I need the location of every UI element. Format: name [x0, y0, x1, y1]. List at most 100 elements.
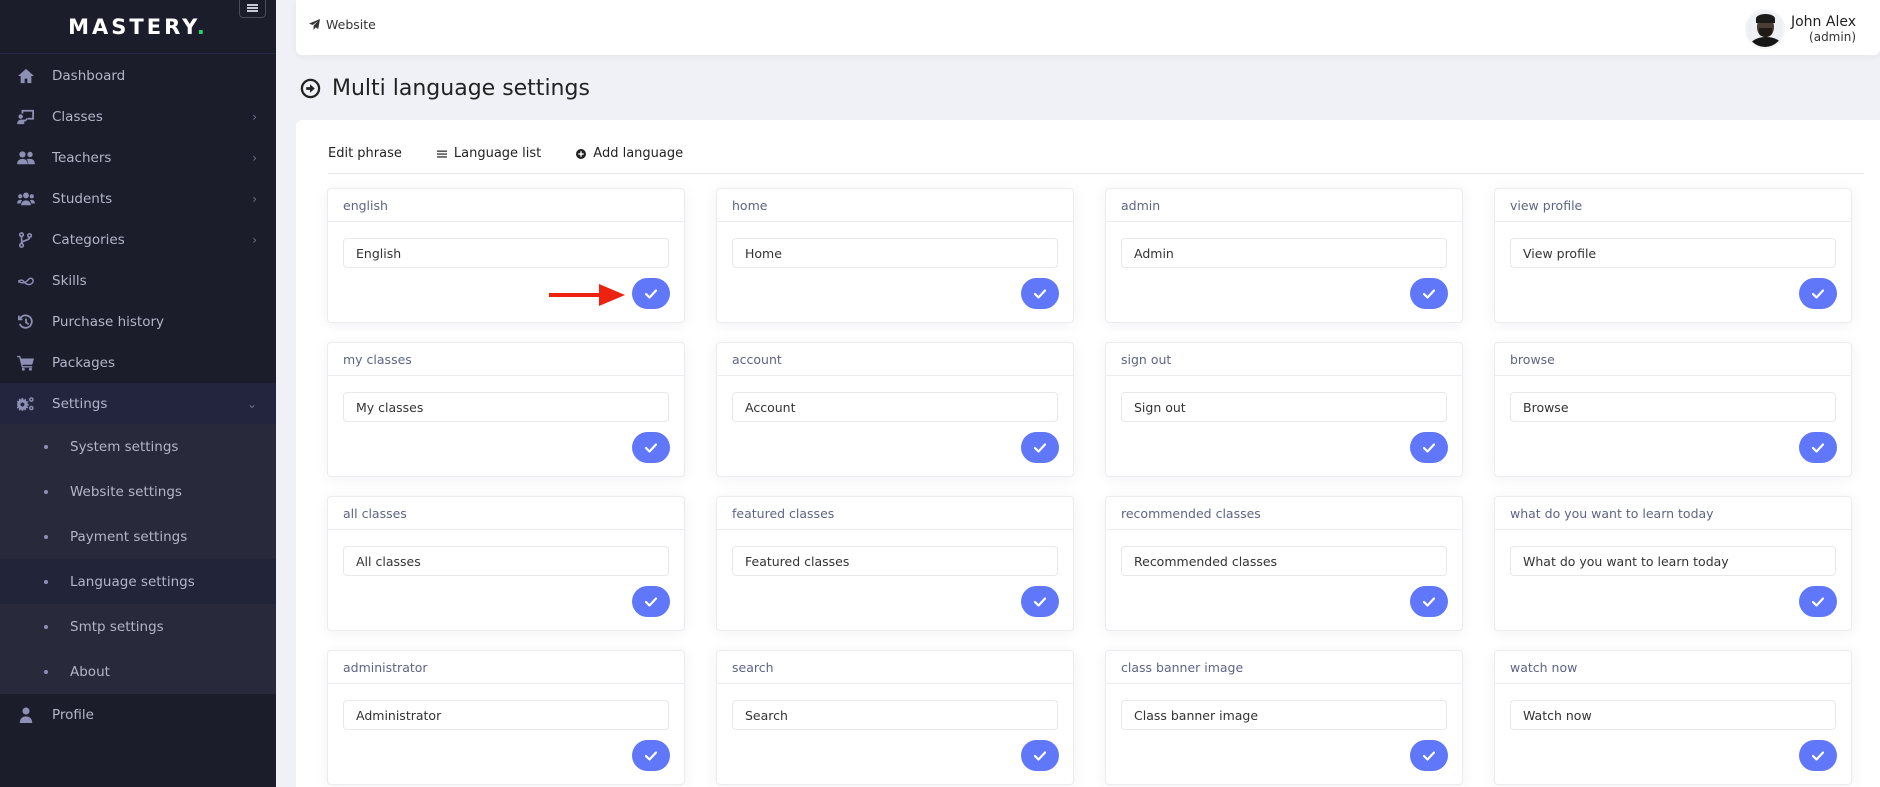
sidebar-item-students[interactable]: Students › [0, 178, 276, 219]
check-icon [1034, 288, 1046, 299]
sidebar-item-teachers[interactable]: Teachers › [0, 137, 276, 178]
save-phrase-button[interactable] [1021, 278, 1059, 309]
save-phrase-button[interactable] [1021, 432, 1059, 463]
save-phrase-button[interactable] [1410, 278, 1448, 309]
user-info: John Alex (admin) [1791, 15, 1856, 43]
phrase-value-input[interactable] [1121, 546, 1447, 576]
check-icon [645, 288, 657, 299]
chalkboard-teacher-icon [16, 108, 36, 126]
sidebar-item-label: Teachers [52, 149, 112, 166]
website-link[interactable]: Website [309, 17, 376, 32]
phrase-key: view profile [1495, 189, 1851, 222]
submenu-item-language-settings[interactable]: Language settings [0, 559, 276, 604]
phrase-value-input[interactable] [1121, 238, 1447, 268]
sidebar-item-classes[interactable]: Classes › [0, 96, 276, 137]
sidebar-item-skills[interactable]: Skills [0, 260, 276, 301]
phrase-value-input[interactable] [1510, 700, 1836, 730]
language-tabs: Edit phrase Language list Add language [328, 140, 1864, 174]
phrase-key: recommended classes [1106, 497, 1462, 530]
sidebar-item-dashboard[interactable]: Dashboard [0, 55, 276, 96]
brand-name: MASTERY [68, 14, 197, 39]
phrase-value-input[interactable] [732, 546, 1058, 576]
save-phrase-button[interactable] [1021, 740, 1059, 771]
sidebar-item-profile[interactable]: Profile [0, 694, 276, 735]
submenu-item-payment-settings[interactable]: Payment settings [0, 514, 276, 559]
tab-language-list[interactable]: Language list [436, 140, 542, 161]
phrase-card: featured classes [716, 496, 1074, 631]
phrase-key: search [717, 651, 1073, 684]
phrase-value-input[interactable] [343, 546, 669, 576]
check-icon [645, 750, 657, 761]
phrase-value-input[interactable] [1510, 238, 1836, 268]
phrase-card: browse [1494, 342, 1852, 477]
tab-add-language[interactable]: Add language [576, 140, 683, 161]
submenu-item-system-settings[interactable]: System settings [0, 424, 276, 469]
phrase-value-input[interactable] [732, 700, 1058, 730]
sidebar-item-packages[interactable]: Packages [0, 342, 276, 383]
phrase-value-input[interactable] [343, 238, 669, 268]
page-title-text: Multi language settings [332, 76, 590, 101]
phrase-grid: english home admin view profile my class… [327, 188, 1858, 785]
save-phrase-button[interactable] [1799, 586, 1837, 617]
check-icon [1812, 596, 1824, 607]
settings-submenu: System settings Website settings Payment… [0, 424, 276, 694]
submenu-item-label: Language settings [70, 573, 195, 590]
phrase-key: watch now [1495, 651, 1851, 684]
phrase-key: my classes [328, 343, 684, 376]
chevron-right-icon: › [252, 150, 257, 165]
phrase-value-input[interactable] [1121, 392, 1447, 422]
save-phrase-button[interactable] [1410, 586, 1448, 617]
phrase-value-input[interactable] [1121, 700, 1447, 730]
submenu-item-about[interactable]: About [0, 649, 276, 694]
phrase-value-input[interactable] [1510, 392, 1836, 422]
sidebar-nav: Dashboard Classes › Teachers › Students … [0, 54, 276, 424]
save-phrase-button[interactable] [1021, 586, 1059, 617]
save-phrase-button[interactable] [632, 432, 670, 463]
submenu-item-website-settings[interactable]: Website settings [0, 469, 276, 514]
phrase-card: administrator [327, 650, 685, 785]
tab-label: Language list [453, 146, 542, 161]
sidebar-item-categories[interactable]: Categories › [0, 219, 276, 260]
language-panel: Edit phrase Language list Add language e… [296, 120, 1880, 787]
check-icon [645, 442, 657, 453]
tab-label: Edit phrase [328, 146, 402, 161]
menu-toggle-button[interactable] [239, 0, 266, 18]
phrase-key: administrator [328, 651, 684, 684]
save-phrase-button[interactable] [632, 740, 670, 771]
save-phrase-button[interactable] [1799, 278, 1837, 309]
hamburger-icon [247, 3, 258, 12]
user-menu[interactable]: John Alex (admin) [1744, 9, 1856, 49]
list-icon [436, 150, 447, 158]
phrase-value-input[interactable] [343, 700, 669, 730]
code-branch-icon [16, 231, 36, 249]
phrase-card: class banner image [1105, 650, 1463, 785]
submenu-item-smtp-settings[interactable]: Smtp settings [0, 604, 276, 649]
phrase-value-input[interactable] [343, 392, 669, 422]
phrase-key: account [717, 343, 1073, 376]
paper-plane-icon [309, 19, 320, 30]
phrase-value-input[interactable] [1510, 546, 1836, 576]
brand-logo[interactable]: MASTERY. [68, 15, 208, 39]
save-phrase-button[interactable] [632, 586, 670, 617]
sidebar-item-label: Purchase history [52, 313, 165, 330]
phrase-value-input[interactable] [732, 238, 1058, 268]
tab-label: Add language [593, 146, 684, 161]
save-phrase-button[interactable] [1410, 432, 1448, 463]
save-phrase-button[interactable] [1410, 740, 1448, 771]
sidebar-item-label: Categories [52, 231, 125, 248]
phrase-card: all classes [327, 496, 685, 631]
sidebar-item-settings[interactable]: Settings ⌄ [0, 383, 276, 424]
tab-edit-phrase[interactable]: Edit phrase [328, 140, 402, 161]
brand: MASTERY. [0, 0, 276, 54]
save-phrase-button[interactable] [632, 278, 670, 309]
user-role: (admin) [1809, 30, 1856, 44]
save-phrase-button[interactable] [1799, 432, 1837, 463]
check-icon [1423, 596, 1435, 607]
submenu-item-label: About [70, 663, 110, 680]
website-link-label: Website [326, 17, 376, 32]
shopping-cart-icon [16, 354, 36, 372]
phrase-value-input[interactable] [732, 392, 1058, 422]
sidebar-item-purchase-history[interactable]: Purchase history [0, 301, 276, 342]
save-phrase-button[interactable] [1799, 740, 1837, 771]
home-icon [16, 67, 36, 85]
